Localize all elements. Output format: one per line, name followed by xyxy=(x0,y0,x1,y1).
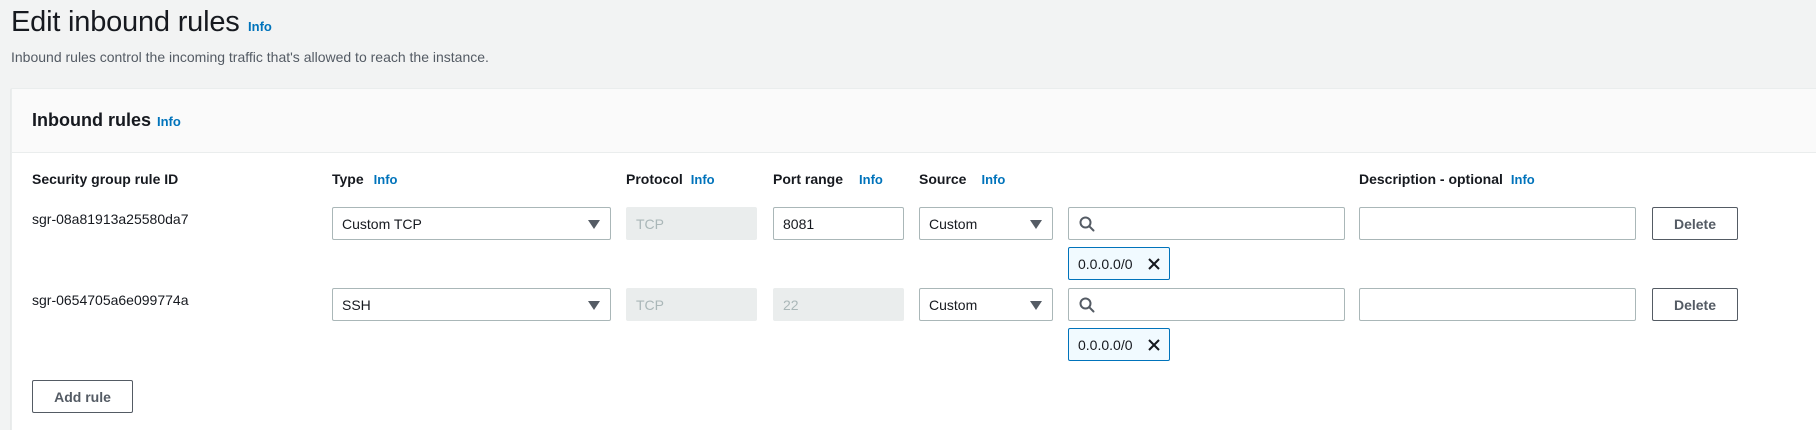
delete-button[interactable]: Delete xyxy=(1652,288,1738,321)
column-header-source: Source Info xyxy=(919,171,1005,187)
type-select-value: SSH xyxy=(342,296,371,313)
source-select[interactable]: Custom xyxy=(919,207,1053,240)
description-input[interactable] xyxy=(1359,207,1636,240)
port-range-info-link[interactable]: Info xyxy=(859,172,883,187)
protocol-field: TCP xyxy=(626,288,757,321)
panel-title-text: Inbound rules xyxy=(32,110,151,130)
column-header-rule-id: Security group rule ID xyxy=(32,171,178,187)
description-info-link[interactable]: Info xyxy=(1511,172,1535,187)
protocol-field: TCP xyxy=(626,207,757,240)
panel-title: Inbound rules Info xyxy=(32,110,181,131)
page-title-info-link[interactable]: Info xyxy=(248,19,272,34)
page-description: Inbound rules control the incoming traff… xyxy=(11,49,489,65)
search-icon xyxy=(1079,297,1095,313)
column-header-port-range-label: Port range xyxy=(773,171,844,187)
inbound-rules-panel: Inbound rules Info Security group rule ID… xyxy=(11,88,1816,430)
panel-header: Inbound rules Info xyxy=(12,89,1816,153)
column-header-source-label: Source xyxy=(919,171,967,187)
rule-id: sgr-08a81913a25580da7 xyxy=(32,211,189,227)
column-header-type-label: Type xyxy=(332,171,364,187)
add-rule-button[interactable]: Add rule xyxy=(32,380,133,413)
port-range-field: 22 xyxy=(773,288,904,321)
panel-title-info-link[interactable]: Info xyxy=(157,114,181,129)
rule-id: sgr-0654705a6e099774a xyxy=(32,292,189,308)
page-title: Edit inbound rules xyxy=(11,6,240,38)
column-header-port-range: Port range Info xyxy=(773,171,883,187)
column-header-type: Type Info xyxy=(332,171,397,187)
caret-down-icon xyxy=(1030,220,1042,229)
source-select[interactable]: Custom xyxy=(919,288,1053,321)
port-range-input[interactable]: 8081 xyxy=(773,207,904,240)
type-select[interactable]: Custom TCP xyxy=(332,207,611,240)
column-header-protocol: Protocol Info xyxy=(626,171,715,187)
cidr-token: 0.0.0.0/0 xyxy=(1068,328,1170,361)
description-input[interactable] xyxy=(1359,288,1636,321)
column-header-description-label: Description - optional xyxy=(1359,171,1503,187)
column-header-description: Description - optional Info xyxy=(1359,171,1535,187)
search-icon xyxy=(1079,216,1095,232)
type-select-value: Custom TCP xyxy=(342,215,422,232)
source-select-value: Custom xyxy=(929,296,978,313)
cidr-token-label: 0.0.0.0/0 xyxy=(1078,336,1133,353)
caret-down-icon xyxy=(1030,301,1042,310)
source-search-input[interactable] xyxy=(1068,207,1345,240)
column-header-rule-id-label: Security group rule ID xyxy=(32,171,179,187)
protocol-info-link[interactable]: Info xyxy=(691,172,715,187)
source-info-link[interactable]: Info xyxy=(981,172,1005,187)
column-header-protocol-label: Protocol xyxy=(626,171,683,187)
close-icon[interactable] xyxy=(1147,338,1161,352)
cidr-token: 0.0.0.0/0 xyxy=(1068,247,1170,280)
cidr-token-label: 0.0.0.0/0 xyxy=(1078,255,1133,272)
type-info-link[interactable]: Info xyxy=(374,172,398,187)
source-select-value: Custom xyxy=(929,215,978,232)
page-header: Edit inbound rules Info xyxy=(11,6,272,39)
source-search-input[interactable] xyxy=(1068,288,1345,321)
delete-button[interactable]: Delete xyxy=(1652,207,1738,240)
close-icon[interactable] xyxy=(1147,257,1161,271)
type-select[interactable]: SSH xyxy=(332,288,611,321)
caret-down-icon xyxy=(588,301,600,310)
caret-down-icon xyxy=(588,220,600,229)
